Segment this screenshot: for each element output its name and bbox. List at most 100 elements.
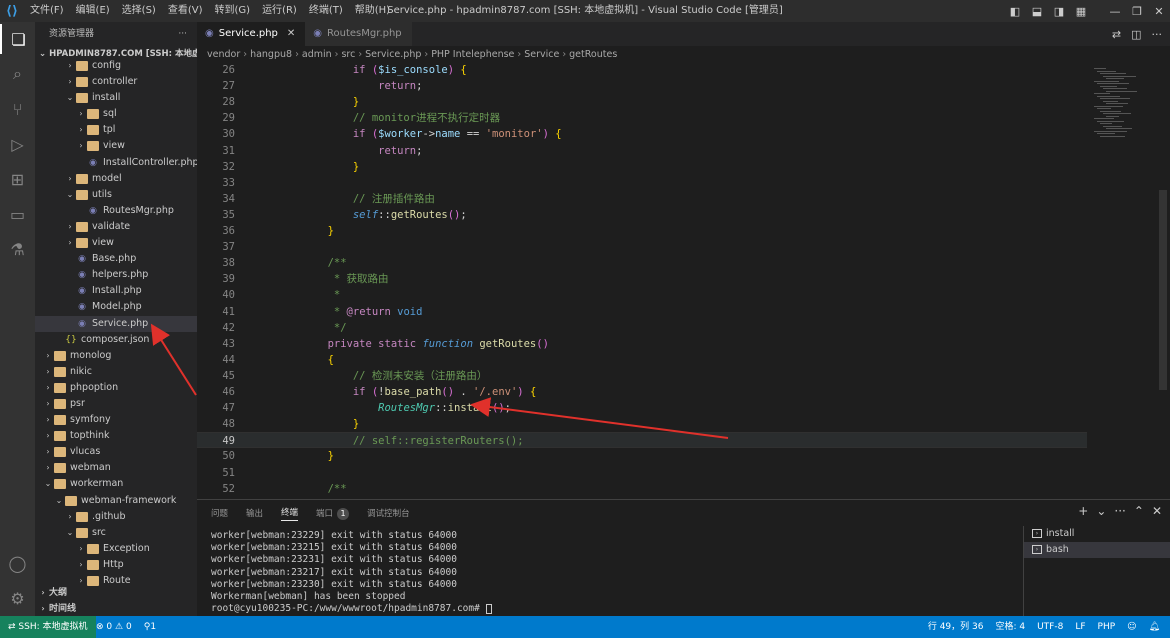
tree-folder[interactable]: › nikic [35,364,197,380]
toggle-panel-icon[interactable]: ⬓ [1026,5,1048,18]
explorer-icon[interactable]: ❏ [0,24,35,54]
tree-folder[interactable]: ⌄ install [35,90,197,106]
close-window-icon[interactable]: ✕ [1148,5,1170,18]
close-icon[interactable]: ✕ [287,22,295,46]
menu-item[interactable]: 查看(V) [162,0,209,22]
code-line[interactable]: 48 } [197,416,1087,432]
breadcrumb-item[interactable]: Service.php [365,49,421,60]
remote-indicator[interactable]: ⇄ SSH: 本地虚拟机 [0,616,96,638]
new-terminal-icon[interactable]: + [1078,504,1088,518]
menu-item[interactable]: 编辑(E) [70,0,116,22]
more-actions-icon[interactable]: ··· [178,22,187,46]
code-line[interactable]: 39 * 获取路由 [197,271,1087,287]
timeline-section[interactable]: › 时间线 [35,601,197,616]
code-line[interactable]: 33 [197,175,1087,191]
maximize-icon[interactable]: ❐ [1126,5,1148,18]
tree-folder[interactable]: › monolog [35,348,197,364]
layout-icon[interactable]: ▦ [1070,5,1092,18]
tree-folder[interactable]: › config [35,58,197,74]
code-line[interactable]: 47 RoutesMgr::install(); [197,400,1087,416]
more-actions-icon[interactable]: ··· [1152,28,1163,41]
breadcrumb-item[interactable]: src [341,49,355,60]
breadcrumb-item[interactable]: vendor [207,49,240,60]
code-line[interactable]: 41 * @return void [197,304,1087,320]
outline-section[interactable]: › 大纲 [35,585,197,601]
language-mode[interactable]: PHP [1098,616,1116,638]
source-control-icon[interactable]: ⑂ [0,94,35,124]
line-endings[interactable]: LF [1075,616,1085,638]
code-line[interactable]: 30 if ($worker->name == 'monitor') { [197,126,1087,142]
menu-item[interactable]: 转到(G) [209,0,257,22]
menu-item[interactable]: 选择(S) [116,0,162,22]
editor-scrollbar[interactable] [1159,190,1167,390]
tree-folder[interactable]: › sql [35,106,197,122]
testing-icon[interactable]: ⚗ [0,234,35,264]
tree-folder[interactable]: › symfony [35,412,197,428]
tab-terminal[interactable]: 终端 [281,506,299,521]
tree-folder[interactable]: › .github [35,509,197,525]
feedback-icon[interactable]: ☺ [1127,616,1136,638]
remote-explorer-icon[interactable]: ▭ [0,199,35,229]
breadcrumb-item[interactable]: getRoutes [569,49,617,60]
code-line[interactable]: 51 [197,465,1087,481]
breadcrumb-item[interactable]: PHP Intelephense [431,49,514,60]
code-line[interactable]: 28 } [197,94,1087,110]
settings-gear-icon[interactable]: ⚙ [0,583,35,613]
tab-problems[interactable]: 问题 [211,507,228,519]
chevron-up-icon[interactable]: ⌃ [1134,504,1144,518]
breadcrumb-item[interactable]: admin [302,49,332,60]
tree-file[interactable]: ◉ Model.php [35,299,197,315]
code-line[interactable]: 38 /** [197,255,1087,271]
tree-folder[interactable]: › view [35,138,197,154]
tab-debug-console[interactable]: 调试控制台 [367,507,410,519]
more-actions-icon[interactable]: ··· [1114,504,1125,518]
indentation[interactable]: 空格: 4 [995,616,1025,638]
code-line[interactable]: 27 return; [197,78,1087,94]
breadcrumb-item[interactable]: hangpu8 [250,49,292,60]
tree-file[interactable]: {} composer.json [35,332,197,348]
tree-file[interactable]: ◉ Install.php [35,283,197,299]
tree-folder[interactable]: › model [35,171,197,187]
tree-folder[interactable]: ⌄ src [35,525,197,541]
code-line[interactable]: 36 } [197,223,1087,239]
tab-output[interactable]: 输出 [246,507,263,519]
code-line[interactable]: 26 if ($is_console) { [197,64,1087,78]
tree-folder[interactable]: › phpoption [35,380,197,396]
code-editor[interactable]: 26 if ($is_console) {27 return; 28 } 29 //… [197,64,1170,499]
menu-item[interactable]: 文件(F) [24,0,70,22]
minimize-icon[interactable]: — [1104,5,1126,18]
code-line[interactable]: 35 self::getRoutes(); [197,207,1087,223]
close-panel-icon[interactable]: ✕ [1152,504,1162,518]
ports-indicator[interactable]: ⚲1 [144,616,156,638]
notifications-bell-icon[interactable]: 🔔︎ [1149,616,1160,638]
toggle-sidebar-icon[interactable]: ◧ [1004,5,1026,18]
tree-folder[interactable]: ⌄ workerman [35,476,197,492]
tree-file[interactable]: ◉ RoutesMgr.php [35,203,197,219]
tree-folder[interactable]: › webman [35,460,197,476]
terminal-item-bash[interactable]: › bash [1024,542,1170,558]
terminal-output[interactable]: worker[webman:23229] exit with status 64… [211,530,1011,615]
code-line[interactable]: 50 } [197,448,1087,464]
tree-file[interactable]: ◉ InstallController.php [35,155,197,171]
tree-file[interactable]: ◉ Base.php [35,251,197,267]
search-icon[interactable]: ⌕ [0,59,35,89]
code-line[interactable]: 52 /** [197,481,1087,497]
tree-folder[interactable]: › controller [35,74,197,90]
tree-folder[interactable]: ⌄ webman-framework [35,493,197,509]
code-line[interactable]: 29 // monitor进程不执行定时器 [197,110,1087,126]
chevron-down-icon[interactable]: ⌄ [1096,504,1106,518]
code-line[interactable]: 45 // 检测未安装（注册路由） [197,368,1087,384]
terminal-item-install[interactable]: › install [1024,526,1170,542]
code-line[interactable]: 37 [197,239,1087,255]
encoding[interactable]: UTF-8 [1037,616,1063,638]
tree-folder[interactable]: › vlucas [35,444,197,460]
breadcrumb-item[interactable]: Service [524,49,559,60]
code-line[interactable]: 32 } [197,159,1087,175]
run-debug-icon[interactable]: ▷ [0,129,35,159]
code-line[interactable]: 34 // 注册插件路由 [197,191,1087,207]
tree-folder[interactable]: › view [35,235,197,251]
minimap[interactable] [1090,64,1158,144]
tree-folder[interactable]: › psr [35,396,197,412]
tree-folder[interactable]: ⌄ utils [35,187,197,203]
code-line[interactable]: 43 private static function getRoutes() [197,336,1087,352]
